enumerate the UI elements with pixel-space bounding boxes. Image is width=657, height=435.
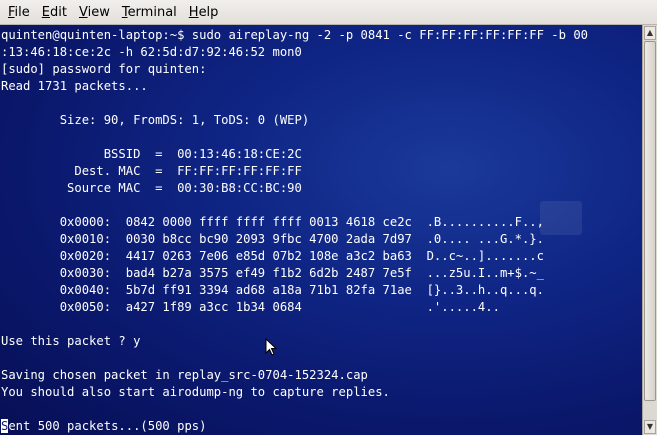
terminal-line: You should also start airodump-ng to cap… xyxy=(1,385,390,399)
terminal-line: Source MAC = 00:30:B8:CC:BC:90 xyxy=(1,181,302,195)
terminal-line: Sent 500 packets...(500 pps) xyxy=(1,419,207,433)
menu-edit[interactable]: Edit xyxy=(36,0,73,25)
scroll-up-icon[interactable]: ▲ xyxy=(644,26,656,40)
terminal-line: 0x0050: a427 1f89 a3cc 1b34 0684 .'.....… xyxy=(1,300,500,314)
menu-view[interactable]: View xyxy=(73,0,116,25)
terminal-line: 0x0040: 5b7d ff91 3394 ad68 a18a 71b1 82… xyxy=(1,283,544,297)
terminal-line: quinten@quinten-laptop:~$ sudo aireplay-… xyxy=(1,28,588,42)
menu-terminal[interactable]: Terminal xyxy=(116,0,183,25)
mouse-pointer-icon xyxy=(265,338,278,356)
terminal-area[interactable]: quinten@quinten-laptop:~$ sudo aireplay-… xyxy=(0,25,642,435)
terminal-line: 0x0000: 0842 0000 ffff ffff ffff 0013 46… xyxy=(1,215,544,229)
terminal-line: [sudo] password for quinten: xyxy=(1,62,207,76)
terminal-line: BSSID = 00:13:46:18:CE:2C xyxy=(1,147,302,161)
menubar: File Edit View Terminal Help xyxy=(0,0,657,25)
terminal-line: :13:46:18:ce:2c -h 62:5d:d7:92:46:52 mon… xyxy=(1,45,302,59)
scroll-thumb[interactable] xyxy=(644,41,656,401)
menu-file[interactable]: File xyxy=(2,0,36,25)
terminal-line: Read 1731 packets... xyxy=(1,79,148,93)
terminal-line: Dest. MAC = FF:FF:FF:FF:FF:FF xyxy=(1,164,302,178)
vertical-scrollbar[interactable]: ▲ ▼ xyxy=(642,25,657,435)
terminal-line: 0x0020: 4417 0263 7e06 e85d 07b2 108e a3… xyxy=(1,249,544,263)
terminal-line: Size: 90, FromDS: 1, ToDS: 0 (WEP) xyxy=(1,113,310,127)
menu-help[interactable]: Help xyxy=(183,0,225,25)
terminal-line: 0x0030: bad4 b27a 3575 ef49 f1b2 6d2b 24… xyxy=(1,266,544,280)
text-cursor: S xyxy=(1,419,9,433)
terminal-line: 0x0010: 0030 b8cc bc90 2093 9fbc 4700 2a… xyxy=(1,232,544,246)
terminal-line: Saving chosen packet in replay_src-0704-… xyxy=(1,368,368,382)
folder-icon xyxy=(540,201,582,235)
terminal-line: Use this packet ? y xyxy=(1,334,141,348)
scroll-down-icon[interactable]: ▼ xyxy=(644,420,656,434)
